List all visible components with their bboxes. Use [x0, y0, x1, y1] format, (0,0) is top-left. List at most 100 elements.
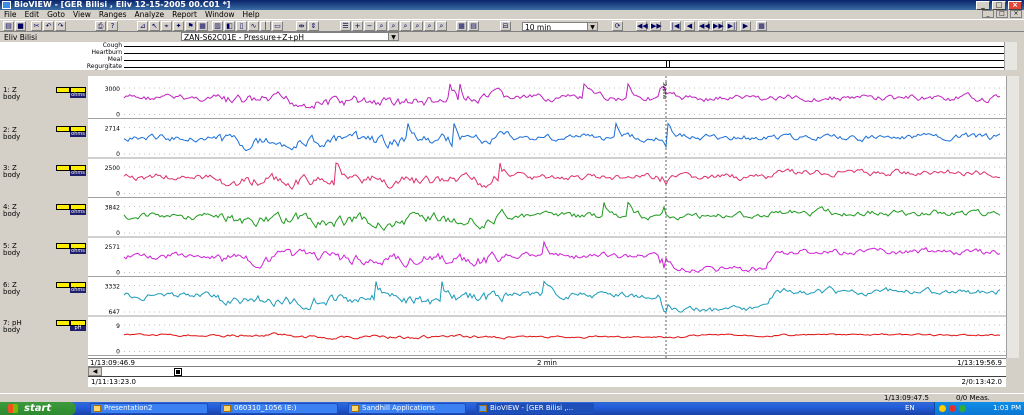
tray-network-icon[interactable]: [959, 405, 966, 412]
protocol-value: ZAN-S62C01E - Pressure+Z+pH: [184, 33, 305, 42]
y-min-label: 0: [116, 270, 120, 277]
channel-2-badge[interactable]: ohms: [56, 126, 86, 138]
refresh-icon[interactable]: ⟳: [612, 21, 623, 31]
mark-icon[interactable]: ✦: [173, 21, 184, 31]
tile-icon[interactable]: ▦: [756, 21, 767, 31]
ruler-icon[interactable]: ▦: [456, 21, 467, 31]
channel-3-label: 3: Zbody: [3, 164, 21, 179]
grid-icon[interactable]: ▦: [197, 21, 208, 31]
event-scrollbar[interactable]: [1004, 42, 1017, 70]
clock: 1:03 PM: [993, 404, 1022, 412]
next-event-icon[interactable]: ▶|: [726, 21, 737, 31]
close-button[interactable]: ×: [1008, 1, 1022, 10]
flag-icon[interactable]: ⚑: [185, 21, 196, 31]
prev-event-icon[interactable]: ◀: [684, 21, 695, 31]
overview-strip[interactable]: ◀ 1/11:13:23.0 2/0:13:42.0: [88, 366, 1006, 387]
zoom-window-icon[interactable]: ⌕: [388, 21, 399, 31]
channel-5-badge[interactable]: ohms: [56, 243, 86, 255]
measure-icon[interactable]: ⊿: [137, 21, 148, 31]
task-presentation2[interactable]: Presentation2: [90, 403, 208, 414]
overview-thumb[interactable]: [174, 368, 182, 376]
chevron-down-icon: ▼: [388, 33, 398, 41]
undo-icon[interactable]: ↶: [43, 21, 54, 31]
event-label-heartburn: Heartburn: [91, 49, 122, 56]
overview-left-icon[interactable]: ◀: [88, 367, 102, 376]
tray-alert-icon[interactable]: [949, 405, 956, 412]
zoom-in-icon[interactable]: +: [352, 21, 363, 31]
channel-3-badge[interactable]: ohms: [56, 165, 86, 177]
range-icon[interactable]: ▥: [212, 21, 223, 31]
menu-file[interactable]: File: [0, 10, 21, 19]
channel-6-badge[interactable]: ohms: [56, 282, 86, 294]
task-sandhill-applications[interactable]: Sandhill Applications: [348, 403, 466, 414]
language-indicator[interactable]: EN: [905, 402, 915, 415]
task-folder-060310[interactable]: 060310_1056 (E:): [220, 403, 338, 414]
menu-help[interactable]: Help: [239, 10, 264, 19]
channel-1-label: 1: Zbody: [3, 86, 21, 101]
align-icon[interactable]: ☰: [340, 21, 351, 31]
trace-plot-area[interactable]: 3000 0 2714 0 2500 0 3842 0 2571 0 3332 647 9 0 Supine: [88, 76, 1006, 358]
task-bioview[interactable]: BioVIEW - [GER Bilisi ,...: [476, 403, 594, 414]
menu-analyze[interactable]: Analyze: [131, 10, 169, 19]
save-icon[interactable]: ■: [15, 21, 26, 31]
expand-v-icon[interactable]: ⇕: [308, 21, 319, 31]
event-icon[interactable]: ◧: [224, 21, 235, 31]
zoom-prev-icon[interactable]: ⌕: [412, 21, 423, 31]
start-button[interactable]: start: [0, 402, 76, 415]
cut-icon[interactable]: ✂: [31, 21, 42, 31]
compress-icon[interactable]: ⊟: [500, 21, 511, 31]
channel-1-badge[interactable]: ohms: [56, 87, 86, 99]
select-icon[interactable]: ⌖: [161, 21, 172, 31]
channel-4-badge[interactable]: ohms: [56, 204, 86, 216]
event-label-meal: Meal: [107, 56, 122, 63]
open-icon[interactable]: ▤: [3, 21, 14, 31]
menu-report[interactable]: Report: [168, 10, 201, 19]
event-marker[interactable]: [666, 60, 670, 68]
trace-plot[interactable]: 3000 0 2714 0 2500 0 3842 0 2571 0 3332 647 9 0 Supine: [88, 76, 1006, 358]
zoom-range-icon[interactable]: ⌕: [436, 21, 447, 31]
bar-icon[interactable]: ▯: [236, 21, 247, 31]
mdi-close-button[interactable]: ×: [1010, 10, 1022, 18]
zoom-all-icon[interactable]: ⌕: [424, 21, 435, 31]
print-icon[interactable]: ⎙: [95, 21, 106, 31]
page-forward-icon[interactable]: ▶▶: [650, 21, 662, 31]
fast-forward-icon[interactable]: ▶▶: [712, 21, 724, 31]
page-back-icon[interactable]: ◀◀: [636, 21, 648, 31]
event-marker-label: Supine: [661, 82, 667, 99]
tray-icon[interactable]: [939, 405, 946, 412]
vertical-scrollbar[interactable]: [1006, 76, 1019, 358]
last-event-icon[interactable]: ▶: [740, 21, 751, 31]
mdi-minimize-button[interactable]: _: [982, 10, 994, 18]
zoom-icon[interactable]: ⌕: [376, 21, 387, 31]
protocol-select[interactable]: ZAN-S62C01E - Pressure+Z+pH ▼: [181, 32, 399, 42]
line-icon[interactable]: │: [260, 21, 271, 31]
channel-7-badge[interactable]: pH: [56, 320, 86, 332]
rewind-icon[interactable]: ◀◀: [698, 21, 710, 31]
maximize-button[interactable]: □: [992, 1, 1006, 10]
zoom-fit-icon[interactable]: ⌕: [400, 21, 411, 31]
channel-icon[interactable]: ▭: [272, 21, 283, 31]
first-event-icon[interactable]: |◀: [670, 21, 681, 31]
event-label-regurgitate: Regurgitate: [86, 63, 122, 70]
menu-window[interactable]: Window: [201, 10, 239, 19]
trace-icon[interactable]: ∿: [248, 21, 259, 31]
expand-h-icon[interactable]: ⇹: [296, 21, 307, 31]
menu-goto[interactable]: Goto: [43, 10, 69, 19]
y-max-label: 3332: [105, 284, 120, 291]
y-min-label: 0: [116, 349, 120, 356]
help-icon[interactable]: ?: [107, 21, 118, 31]
redo-icon[interactable]: ↷: [55, 21, 66, 31]
y-min-label: 0: [116, 191, 120, 198]
event-track-area[interactable]: [124, 42, 1004, 70]
pointer-icon[interactable]: ↖: [149, 21, 160, 31]
event-labels: Cough Heartburn Meal Regurgitate: [0, 42, 124, 70]
report-icon[interactable]: ▤: [468, 21, 479, 31]
time-window-select[interactable]: 10 min ▼: [522, 22, 598, 32]
menu-edit[interactable]: Edit: [21, 10, 44, 19]
mdi-restore-button[interactable]: □: [996, 10, 1008, 18]
chevron-down-icon: ▼: [587, 23, 597, 31]
zoom-out-icon[interactable]: −: [364, 21, 375, 31]
menu-view[interactable]: View: [69, 10, 95, 19]
menu-ranges[interactable]: Ranges: [95, 10, 131, 19]
minimize-button[interactable]: _: [976, 1, 990, 10]
